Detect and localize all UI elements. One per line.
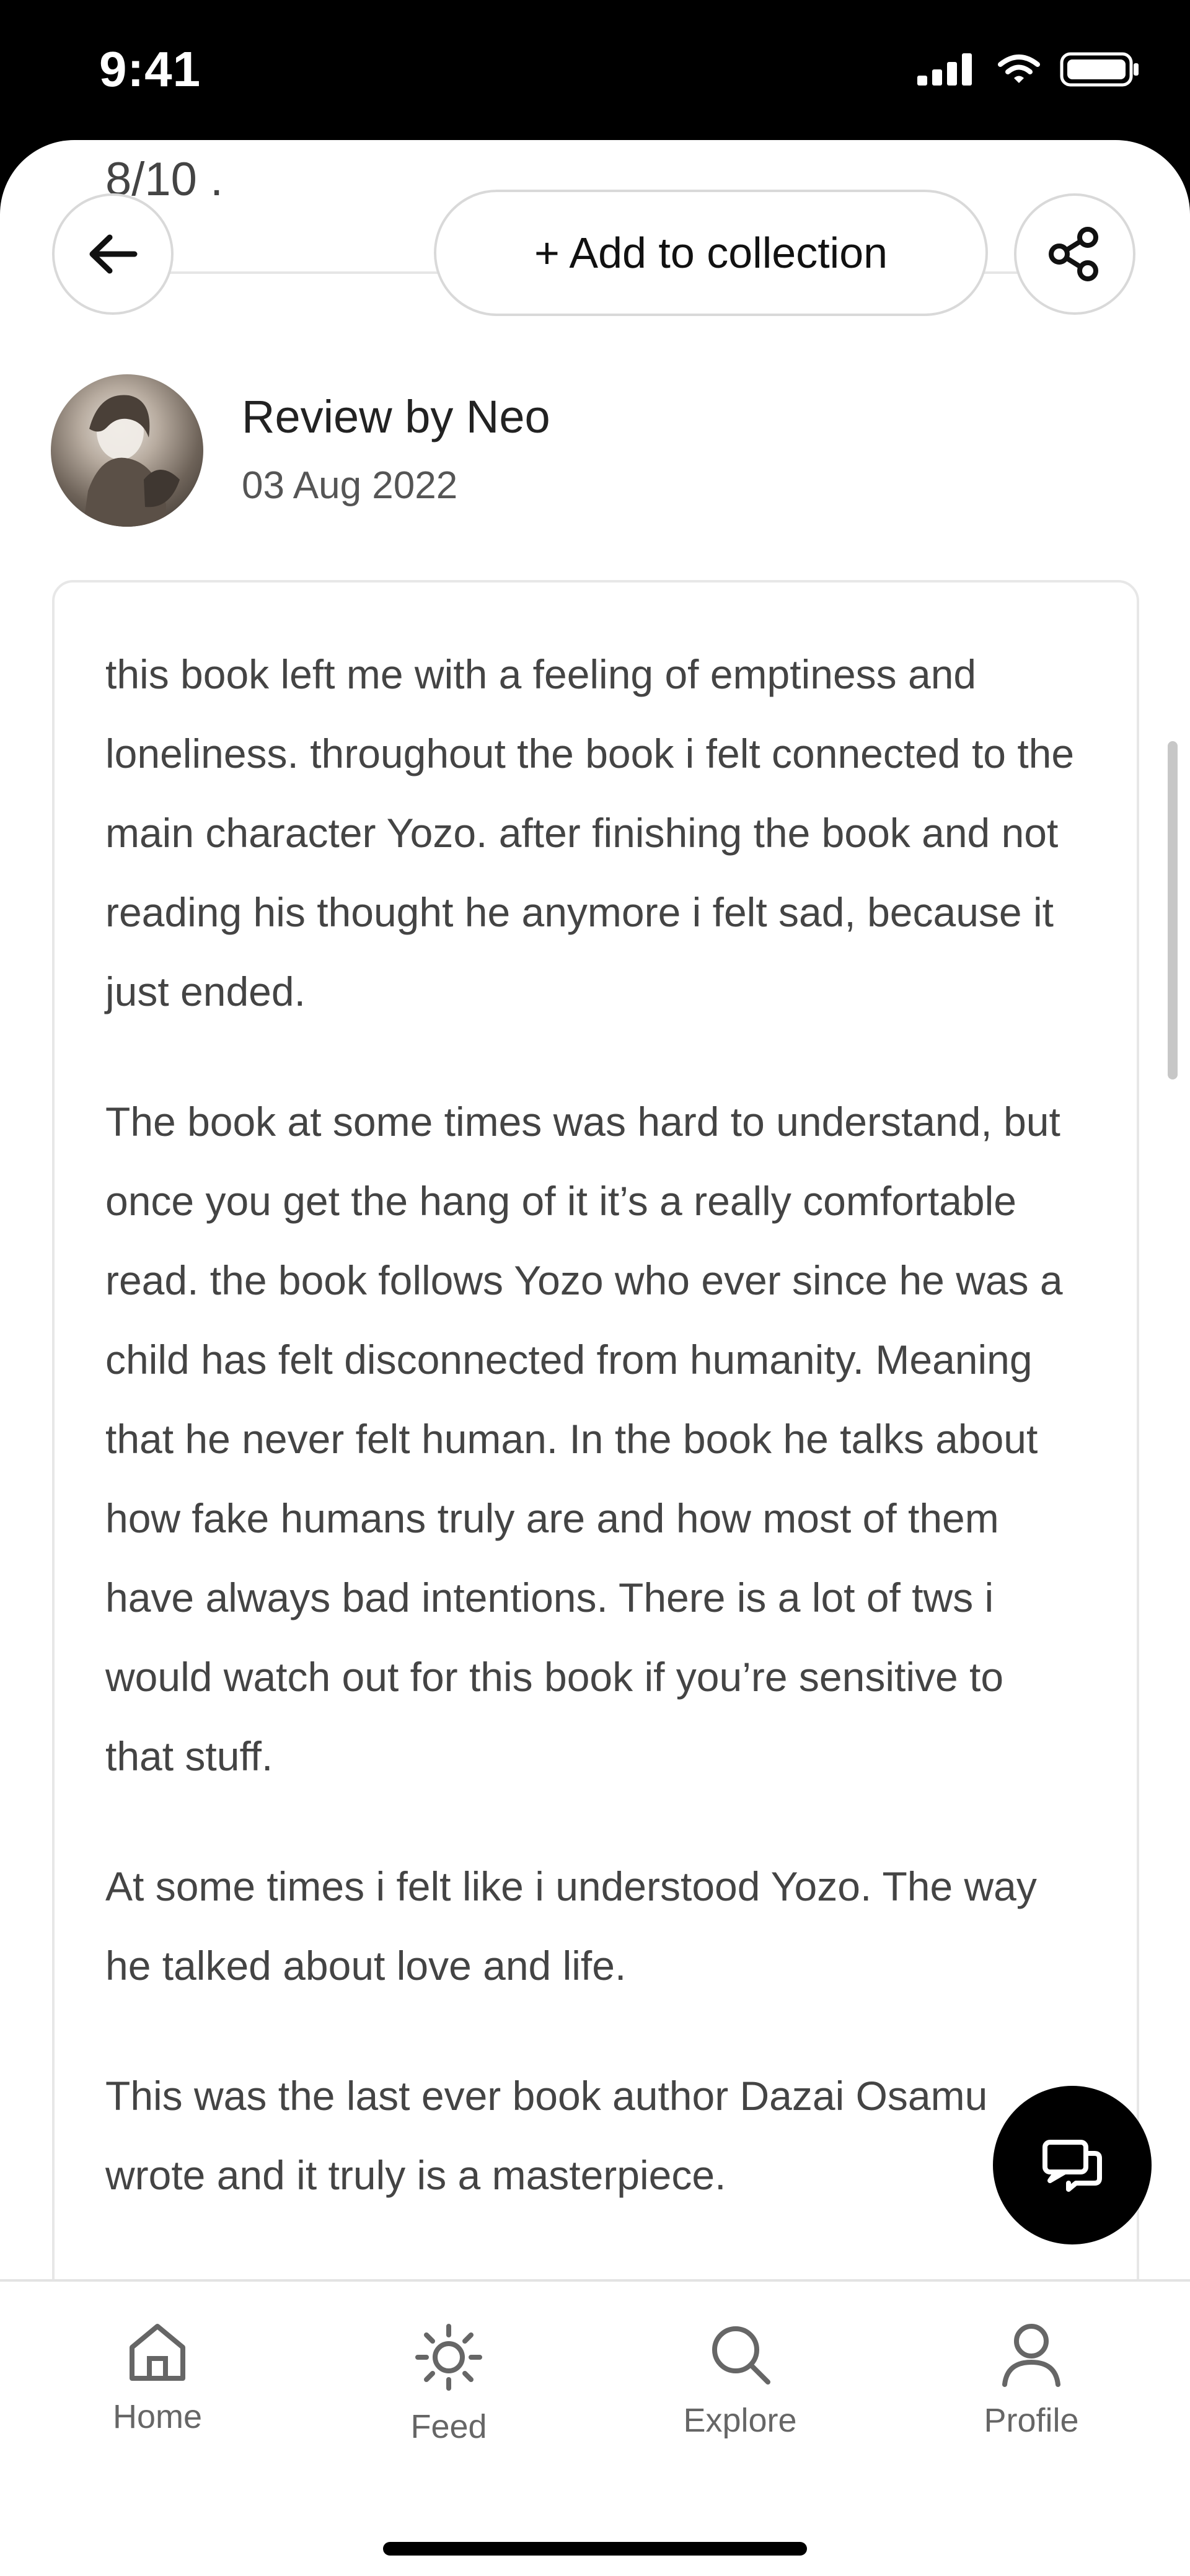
battery-icon	[1060, 52, 1139, 87]
avatar-portrait	[83, 395, 180, 527]
chat-icon	[1042, 2140, 1102, 2192]
review-byline: Review by Neo	[242, 391, 550, 442]
nav-item-profile[interactable]: Profile	[938, 2320, 1124, 2440]
review-date: 03 Aug 2022	[242, 464, 458, 507]
review-body: this book left me with a feeling of empt…	[105, 635, 1078, 2266]
nav-label-profile: Profile	[984, 2402, 1079, 2439]
nav-item-explore[interactable]: Explore	[647, 2320, 833, 2440]
status-bar: 9:41	[0, 0, 1190, 140]
share-button[interactable]	[1014, 193, 1135, 315]
avatar[interactable]	[51, 374, 203, 527]
share-icon	[1049, 227, 1098, 281]
back-button[interactable]	[52, 193, 174, 315]
nav-item-home[interactable]: Home	[64, 2320, 250, 2436]
user-icon	[1002, 2324, 1060, 2387]
review-paragraph: The book at some times was hard to under…	[105, 1099, 1063, 1779]
nav-item-feed[interactable]: Feed	[356, 2320, 542, 2446]
chat-button[interactable]	[993, 2086, 1152, 2244]
status-time: 9:41	[99, 42, 201, 97]
bottom-navigation: Home Feed Explore Profile	[0, 2279, 1190, 2576]
nav-label-home: Home	[112, 2398, 203, 2435]
home-indicator	[383, 2542, 807, 2556]
nav-label-feed: Feed	[410, 2408, 487, 2445]
arrow-left-icon	[89, 234, 138, 274]
review-paragraph: This was the last ever book author Dazai…	[105, 2073, 988, 2198]
add-to-collection-button[interactable]: + Add to collection	[434, 190, 988, 316]
nav-label-explore: Explore	[683, 2402, 797, 2439]
search-icon	[712, 2326, 770, 2385]
review-paragraph: this book left me with a feeling of empt…	[105, 651, 1075, 1014]
signal-icon	[917, 53, 972, 86]
scrollbar-thumb[interactable]	[1168, 741, 1178, 1079]
sun-icon	[415, 2324, 482, 2391]
wifi-icon	[998, 55, 1040, 83]
status-icons	[917, 52, 1140, 87]
home-icon	[130, 2324, 185, 2381]
review-paragraph: At some times i felt like i understood Y…	[105, 1863, 1037, 1989]
